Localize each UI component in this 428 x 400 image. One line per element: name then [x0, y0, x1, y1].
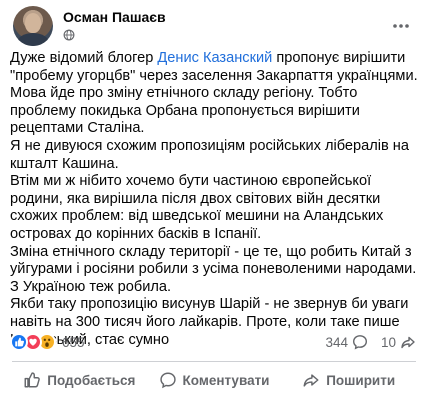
author-name[interactable]: Осман Пашаєв	[63, 9, 166, 25]
mention-link[interactable]: Денис Казанский	[157, 50, 272, 66]
comment-count[interactable]: 344	[325, 334, 368, 350]
like-icon	[10, 333, 28, 351]
share-count[interactable]: 10	[381, 334, 416, 350]
post-meta	[63, 29, 75, 41]
reactions-bar: 655 344 10	[10, 333, 416, 353]
avatar-face	[25, 13, 41, 33]
post-header: Осман Пашаєв	[13, 6, 415, 46]
like-button[interactable]: Подобається	[12, 366, 147, 394]
comment-button[interactable]: Коментувати	[147, 366, 282, 394]
comment-button-label: Коментувати	[182, 372, 270, 388]
post-paragraph-1: Дуже відомий блогер Денис Казанский проп…	[10, 50, 418, 85]
comment-count-value: 344	[325, 334, 348, 350]
comment-icon	[159, 372, 176, 389]
thumbs-up-icon	[24, 372, 41, 388]
paragraph-text: Дуже відомий блогер	[10, 50, 158, 66]
more-options-button[interactable]	[387, 12, 415, 40]
engagement-counts: 344 10	[312, 334, 416, 350]
avatar[interactable]	[13, 6, 53, 46]
share-count-icon	[401, 336, 415, 349]
divider	[12, 361, 416, 362]
reaction-count[interactable]: 655	[62, 335, 85, 350]
avatar-shirt	[17, 33, 49, 46]
share-count-value: 10	[380, 334, 396, 350]
share-icon	[303, 374, 319, 387]
post-paragraph-3: Я не дивуюся схожим пропозиціям російськ…	[10, 137, 409, 172]
author-row: Осман Пашаєв	[63, 9, 166, 25]
share-button[interactable]: Поширити	[281, 366, 416, 394]
globe-icon	[63, 29, 75, 41]
more-icon	[393, 24, 409, 28]
post-paragraph-4: Втім ми ж нібито хочемо бути частиною єв…	[10, 173, 384, 242]
like-button-label: Подобається	[47, 372, 136, 388]
post-paragraph-2: Мова йде про зміну етнічного складу регі…	[10, 85, 360, 137]
action-bar: Подобається Коментувати Поширити	[12, 366, 416, 394]
share-button-label: Поширити	[326, 372, 396, 388]
post-text: Дуже відомий блогер Денис Казанский проп…	[10, 50, 418, 349]
post-paragraph-5: Зміна етнічного складу території - це те…	[10, 243, 417, 295]
comment-count-icon	[352, 335, 367, 350]
reaction-icons[interactable]	[10, 333, 56, 351]
